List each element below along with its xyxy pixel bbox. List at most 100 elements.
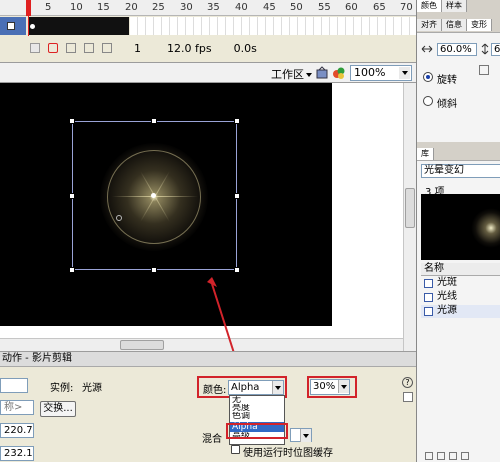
properties-icon[interactable] <box>449 452 457 460</box>
resize-handle-se[interactable] <box>234 267 240 273</box>
chevron-down-icon[interactable] <box>399 67 410 79</box>
annotation-box <box>307 376 357 398</box>
swap-button[interactable]: 交换... <box>40 401 76 417</box>
stage[interactable] <box>0 83 332 326</box>
annotation-box <box>226 423 288 439</box>
edit-scene-icon[interactable] <box>316 66 330 80</box>
stage-horizontal-scrollbar[interactable] <box>0 338 403 351</box>
scale-width-icon <box>421 45 433 53</box>
onion-outline-icon[interactable] <box>66 43 76 53</box>
chevron-down-icon[interactable] <box>300 429 311 442</box>
timeline-status-bar: 1 12.0 fps 0.0s <box>0 40 416 56</box>
frame-rate: 12.0 fps <box>167 41 212 55</box>
selection-bounding-box[interactable] <box>72 121 237 270</box>
help-icon[interactable]: ? <box>402 377 413 388</box>
library-document-select[interactable]: 光晕变幻 <box>421 164 500 178</box>
library-item-label: 光斑 <box>437 277 457 288</box>
symbol-type-select[interactable] <box>0 378 28 393</box>
modify-markers-icon[interactable] <box>102 43 112 53</box>
delete-icon[interactable] <box>461 452 469 460</box>
y-position-field[interactable]: 232.1 <box>0 446 34 461</box>
layer-outline-icon[interactable] <box>7 22 15 30</box>
zoom-select[interactable]: 100% <box>350 65 412 81</box>
blend-label: 混合 <box>202 434 222 445</box>
constrain-icon[interactable] <box>479 65 489 75</box>
resize-handle-s[interactable] <box>151 267 157 273</box>
instance-name: 光源 <box>82 383 102 394</box>
tab-color[interactable]: 颜色 <box>417 0 442 12</box>
library-item-label: 光源 <box>437 305 457 316</box>
scale-height-field[interactable]: 60 <box>491 43 500 56</box>
movie-clip-icon <box>424 293 433 302</box>
rotate-label: 旋转 <box>437 75 457 86</box>
frame-number: 5 <box>45 2 52 13</box>
rotate-radio[interactable] <box>423 72 433 82</box>
right-dock: 颜色 样本 对齐 信息 变形 60.0% 60 旋转 倾斜 库 光晕变幻 3 项… <box>416 0 500 462</box>
library-panel: 光晕变幻 3 项 名称 光斑 光线 光源 <box>417 160 500 462</box>
tab-library[interactable]: 库 <box>417 148 434 160</box>
timeline-panel: 5 10 15 20 25 30 35 40 45 50 55 60 65 70… <box>0 0 416 63</box>
elapsed-time: 0.0s <box>233 41 257 55</box>
resize-handle-e[interactable] <box>234 193 240 199</box>
stage-area <box>0 83 403 338</box>
dropdown-option[interactable]: 色调 <box>230 412 284 420</box>
resize-handle-w[interactable] <box>69 193 75 199</box>
instance-name-field[interactable]: 称> <box>0 400 34 415</box>
frame-ruler[interactable]: 5 10 15 20 25 30 35 40 45 50 55 60 65 70 <box>0 0 416 16</box>
resize-handle-ne[interactable] <box>234 118 240 124</box>
properties-tab[interactable]: 动作 - 影片剪辑 <box>0 352 416 367</box>
edit-bar: 工作区 100% <box>0 63 416 83</box>
runtime-bitmap-checkbox[interactable] <box>231 445 240 454</box>
library-item[interactable]: 光线 <box>421 291 500 304</box>
library-item[interactable]: 光斑 <box>421 277 500 290</box>
library-item-selected[interactable]: 光源 <box>421 305 500 318</box>
filled-frames[interactable] <box>29 17 156 35</box>
x-position-field[interactable]: 220.7 <box>0 423 34 438</box>
tab-info[interactable]: 信息 <box>442 19 467 31</box>
new-symbol-icon[interactable] <box>425 452 433 460</box>
scale-height-icon <box>481 43 489 55</box>
empty-frames[interactable] <box>130 17 416 35</box>
library-preview <box>421 194 500 260</box>
onion-skin-icon[interactable] <box>48 43 58 53</box>
library-panel-tabs: 库 <box>417 148 500 160</box>
center-frame-icon[interactable] <box>30 43 40 53</box>
chevron-down-icon <box>306 73 312 77</box>
frame-number: 10 <box>70 2 83 13</box>
transform-panel-tabs: 对齐 信息 变形 <box>417 19 500 32</box>
zoom-value: 100% <box>354 66 386 79</box>
new-folder-icon[interactable] <box>437 452 445 460</box>
resize-handle-nw[interactable] <box>69 118 75 124</box>
dropdown-option[interactable]: 亮度 <box>230 404 284 412</box>
edit-symbols-icon[interactable] <box>332 66 346 80</box>
edit-multiple-frames-icon[interactable] <box>84 43 94 53</box>
collapse-panel-icon[interactable] <box>403 392 413 402</box>
frame-number: 35 <box>207 2 220 13</box>
stage-vertical-scrollbar[interactable] <box>403 83 416 351</box>
scale-width-field[interactable]: 60.0% <box>437 43 477 56</box>
layer-controls[interactable] <box>0 17 26 35</box>
layer-row[interactable] <box>0 17 416 35</box>
dropdown-option[interactable]: 无 <box>230 396 284 404</box>
keyframe-icon[interactable] <box>30 24 35 29</box>
frame-number: 70 <box>400 2 413 13</box>
current-frame: 1 <box>134 41 141 55</box>
scrollbar-thumb[interactable] <box>405 188 415 228</box>
workspace-menu-button[interactable]: 工作区 <box>271 66 312 82</box>
tab-swatches[interactable]: 样本 <box>442 0 467 12</box>
skew-radio[interactable] <box>423 96 433 106</box>
library-column-name[interactable]: 名称 <box>421 263 500 276</box>
resize-handle-sw[interactable] <box>69 267 75 273</box>
frame-number: 55 <box>318 2 331 13</box>
blend-select[interactable] <box>290 428 312 442</box>
frame-number: 25 <box>152 2 165 13</box>
movie-clip-icon <box>424 279 433 288</box>
tab-align[interactable]: 对齐 <box>417 19 442 31</box>
resize-handle-n[interactable] <box>151 118 157 124</box>
properties-panel: 动作 - 影片剪辑 实例: 光源 称> 交换... 220.7 232.1 颜色… <box>0 351 416 462</box>
frame-number: 50 <box>290 2 303 13</box>
scrollbar-thumb[interactable] <box>120 340 164 350</box>
frame-number: 30 <box>180 2 193 13</box>
playhead[interactable] <box>26 0 31 16</box>
tab-transform[interactable]: 变形 <box>467 19 492 31</box>
